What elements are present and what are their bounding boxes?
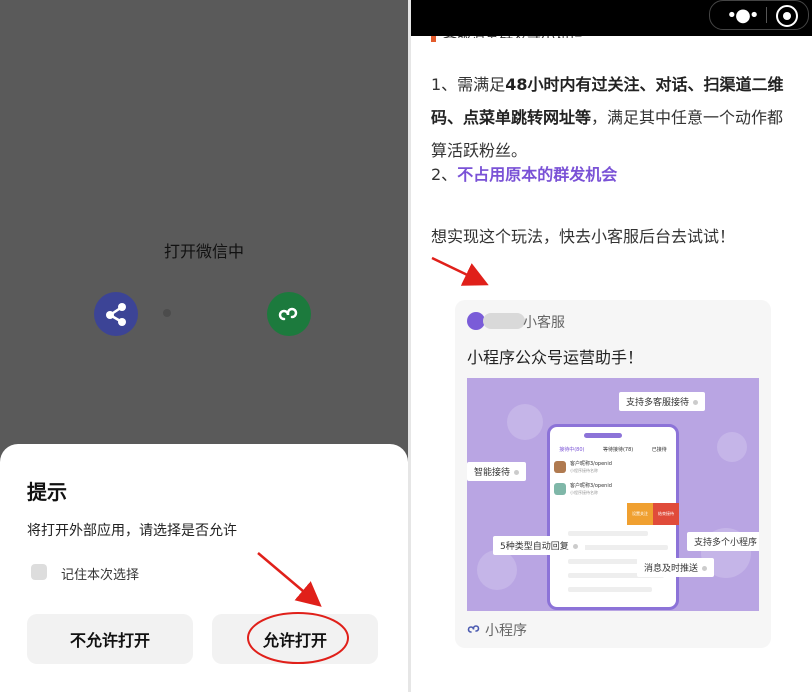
phone-tab: 接待中(80): [559, 446, 585, 453]
feature-tag: 5种类型自动回复: [493, 536, 585, 555]
phone-follow-button: 设置关注: [627, 503, 653, 525]
mini-program-label: 小程序: [485, 623, 527, 639]
mini-program-icon: [267, 292, 311, 336]
remember-label[interactable]: 记住本次选择: [61, 564, 139, 583]
phone-tab: 已接待: [651, 446, 667, 453]
deny-button[interactable]: 不允许打开: [27, 614, 193, 664]
allow-button[interactable]: 允许打开: [212, 614, 378, 664]
top-bar: •●•: [411, 0, 812, 36]
dialog-title: 提示: [27, 480, 67, 504]
para2-prefix: 2、: [431, 165, 458, 184]
paragraph-2: 2、不占用原本的群发机会: [431, 158, 799, 191]
close-circle-icon[interactable]: [776, 5, 798, 27]
article-screen: 客服消息群发等小知识 •●• 1、需满足48小时内有过关注、对话、扫渠道二维码、…: [408, 0, 812, 692]
phone-notch: [584, 433, 622, 438]
phone-row-name: 客户昵称3/openid: [570, 483, 612, 489]
phone-tabs: 接待中(80) 等待接待(78) 已接待: [550, 443, 676, 455]
feature-tag: 支持多个小程序: [687, 532, 759, 551]
card-name: 小客服: [523, 315, 565, 331]
paragraph-3: 想实现这个玩法，快去小客服后台去试试！: [431, 227, 736, 246]
feature-tag: 智能接待: [467, 462, 527, 481]
phone-row: 客户昵称3/openid 小程序接待名称: [554, 481, 672, 499]
phone-line: [568, 587, 652, 592]
more-icon[interactable]: •●•: [722, 1, 762, 29]
open-app-screen: 打开微信中 提示 将打开外部应用，请选择是否允许 记住本次选择 不允许打开 允许…: [0, 0, 408, 692]
phone-tab: 等待接待(78): [602, 446, 634, 453]
card-title: 小程序公众号运营助手！: [467, 348, 644, 367]
permission-dialog: 提示 将打开外部应用，请选择是否允许 记住本次选择 不允许打开 允许打开: [0, 444, 408, 692]
bubble-deco: [477, 550, 517, 590]
capsule-menu: •●•: [709, 0, 809, 30]
phone-row-sub: 小程序接待名称: [570, 468, 598, 473]
phone-line: [568, 559, 638, 564]
xiaokefu-app-icon: [94, 292, 138, 336]
mini-program-card[interactable]: 小客服 小程序公众号运营助手！ 接待中(80) 等待接待(78) 已接待 客户昵…: [455, 300, 771, 648]
remember-checkbox[interactable]: [31, 564, 47, 580]
feature-tag: 支持多客服接待: [619, 392, 706, 411]
phone-row-name: 客户昵称3/openid: [570, 461, 612, 467]
phone-row-avatar: [554, 483, 566, 495]
card-cover-image: 接待中(80) 等待接待(78) 已接待 客户昵称3/openid 小程序接待名…: [467, 378, 759, 611]
paragraph-1: 1、需满足48小时内有过关注、对话、扫渠道二维码、点菜单跳转网址等，满足其中任意…: [431, 68, 799, 167]
para1-prefix: 1、需满足: [431, 75, 506, 94]
feature-tag: 消息及时推送: [637, 558, 715, 577]
mini-program-small-icon: [467, 622, 481, 639]
dialog-message: 将打开外部应用，请选择是否允许: [27, 523, 237, 539]
capsule-divider: [766, 7, 767, 23]
blurred-name: [483, 313, 525, 329]
opening-wechat-text: 打开微信中: [163, 242, 244, 261]
bubble-deco: [717, 432, 747, 462]
para2-highlight: 不占用原本的群发机会: [457, 165, 618, 184]
phone-row-avatar: [554, 461, 566, 473]
phone-row: 客户昵称3/openid 小程序接待名称: [554, 459, 672, 477]
phone-end-button: 结束接待: [653, 503, 679, 525]
phone-mockup: 接待中(80) 等待接待(78) 已接待 客户昵称3/openid 小程序接待名…: [547, 424, 679, 610]
bubble-deco: [507, 404, 543, 440]
connection-dot: [163, 309, 171, 317]
phone-row-sub: 小程序接待名称: [570, 490, 598, 495]
